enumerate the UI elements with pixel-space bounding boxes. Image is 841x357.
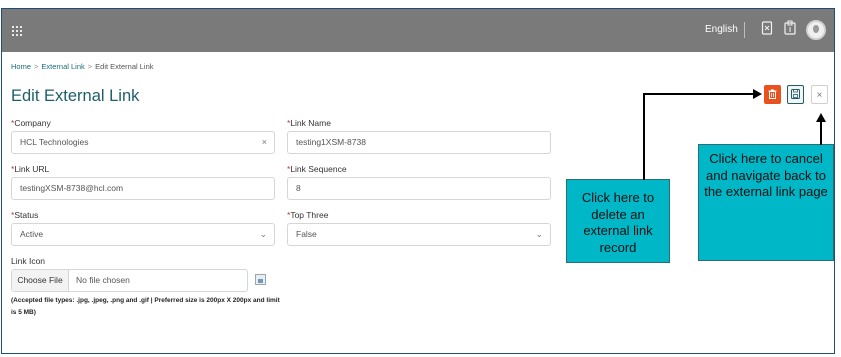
company-label-text: Company [14,118,51,128]
trash-icon [768,89,777,99]
file-input[interactable]: Choose File No file chosen [11,269,248,292]
breadcrumb: Home > External Link > Edit External Link [11,62,154,71]
breadcrumb-current: Edit External Link [95,62,154,71]
top-bar: English [2,9,834,52]
clipboard-icon[interactable] [784,20,796,40]
save-icon [791,89,800,99]
file-status: No file chosen [76,275,130,285]
breadcrumb-separator: > [87,62,93,71]
apps-grid-icon[interactable] [12,26,22,36]
company-field[interactable]: HCL Technologies × [11,131,275,154]
link-sequence-label-text: Link Sequence [290,164,347,174]
top-three-label: *Top Three [287,210,328,220]
page-title: Edit External Link [11,87,140,105]
image-placeholder-icon [255,274,266,285]
link-url-input[interactable]: testingXSM-8738@hcl.com [11,177,275,200]
link-name-label-text: Link Name [290,118,331,128]
cancel-button[interactable]: × [811,85,828,104]
chevron-down-icon: ⌄ [535,229,543,239]
arrow-line [820,121,822,145]
arrow-head-icon [816,113,826,122]
breadcrumb-home[interactable]: Home [11,62,31,71]
arrow-head-icon [753,89,762,99]
clear-icon[interactable]: × [262,132,267,153]
save-button[interactable] [787,85,804,104]
app-window: English Home > External Link > Edit External… [1,8,835,354]
arrow-line [643,93,755,95]
link-sequence-label: *Link Sequence [287,164,347,174]
link-url-label-text: Link URL [14,164,50,174]
file-hint: (Accepted file types: .jpg, .jpeg, .png … [11,297,280,316]
divider [744,22,745,38]
cancel-callout: Click here to cancel and navigate back t… [698,144,834,261]
company-label: *Company [11,118,51,128]
delete-button[interactable] [764,85,781,104]
arrow-line [643,93,645,180]
delete-callout: Click here to delete an external link re… [566,179,670,263]
language-selector[interactable]: English [705,24,738,35]
bookmark-icon[interactable] [761,20,773,40]
breadcrumb-separator: > [34,62,39,71]
link-name-label: *Link Name [287,118,331,128]
chevron-down-icon: ⌄ [259,229,267,239]
status-select[interactable]: Active ⌄ [11,223,275,246]
status-label-text: Status [14,210,39,220]
user-avatar-icon[interactable] [806,20,826,40]
status-value: Active [20,229,44,239]
status-label: *Status [11,210,38,220]
top-three-select[interactable]: False ⌄ [287,223,551,246]
link-name-input[interactable]: testing1XSM-8738 [287,131,551,154]
link-sequence-input[interactable]: 8 [287,177,551,200]
company-value: HCL Technologies [20,137,89,147]
choose-file-button[interactable]: Choose File [12,270,69,291]
link-url-label: *Link URL [11,164,49,174]
breadcrumb-external-link[interactable]: External Link [41,62,84,71]
link-icon-label: Link Icon [11,256,46,266]
top-three-label-text: Top Three [290,210,329,220]
top-three-value: False [296,229,317,239]
